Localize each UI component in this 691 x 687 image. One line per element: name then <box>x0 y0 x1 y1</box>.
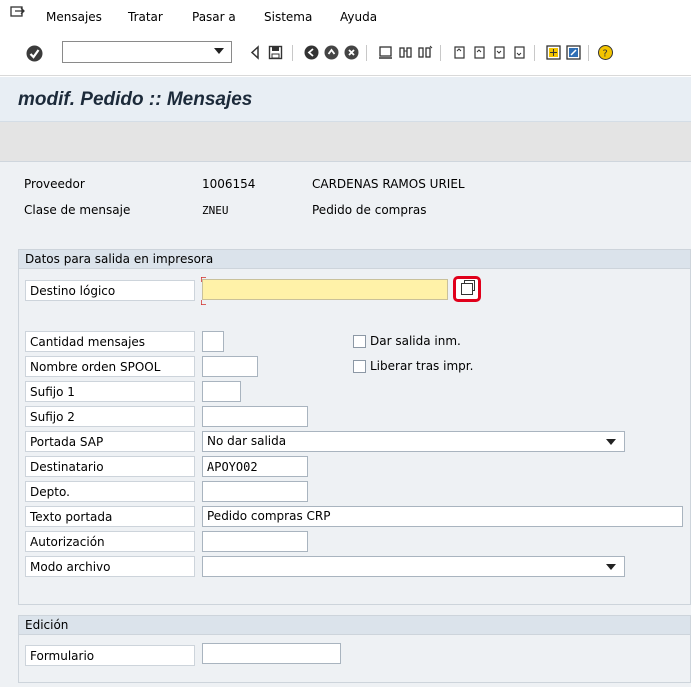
command-field[interactable] <box>62 41 232 63</box>
form-label: Formulario <box>25 645 195 666</box>
release-after-print-label: Liberar tras impr. <box>370 359 474 373</box>
cover-page-text-input[interactable]: Pedido compras CRP <box>202 506 683 527</box>
printer-output-group: Datos para salida en impresora Destino l… <box>18 249 691 605</box>
authorization-input[interactable] <box>202 531 308 552</box>
next-page-icon[interactable] <box>492 45 507 60</box>
value-help-button[interactable] <box>453 276 481 302</box>
department-label: Depto. <box>25 481 195 502</box>
title-bar: modif. Pedido :: Mensajes <box>0 77 691 122</box>
chevron-down-icon[interactable] <box>606 564 616 570</box>
go-back-icon[interactable] <box>304 45 319 60</box>
authorization-label: Autorización <box>25 531 195 552</box>
svg-text:?: ? <box>603 49 608 60</box>
sap-cover-page-label: Portada SAP <box>25 431 195 452</box>
message-type-code: ZNEU <box>202 204 229 217</box>
recipient-input[interactable]: APOYO02 <box>202 456 308 477</box>
back-icon[interactable] <box>248 45 263 60</box>
archiving-mode-select[interactable] <box>202 556 625 577</box>
message-type-label: Clase de mensaje <box>24 203 131 217</box>
sap-cover-page-select[interactable]: No dar salida <box>202 431 625 452</box>
suffix-1-input[interactable] <box>202 381 241 402</box>
suffix-2-label: Sufijo 2 <box>25 406 195 427</box>
system-menu-icon[interactable] <box>10 6 26 20</box>
toolbar-separator <box>588 45 589 61</box>
form-input[interactable] <box>202 643 341 664</box>
command-field-dropdown-icon[interactable] <box>214 48 224 54</box>
page-title: modif. Pedido :: Mensajes <box>18 89 253 110</box>
message-type-description: Pedido de compras <box>312 203 427 217</box>
toolbar-separator <box>292 45 293 61</box>
shortcut-icon[interactable] <box>566 45 581 60</box>
number-of-messages-label: Cantidad mensajes <box>25 331 195 352</box>
sap-cover-page-value: No dar salida <box>207 434 287 448</box>
required-marker-icon <box>201 300 206 305</box>
recipient-label: Destinatario <box>25 456 195 477</box>
archiving-mode-label: Modo archivo <box>25 556 195 577</box>
logical-destination-input[interactable] <box>202 279 448 300</box>
printer-output-group-header: Datos para salida en impresora <box>19 250 690 269</box>
toolbar-separator <box>366 45 367 61</box>
exit-icon[interactable] <box>324 45 339 60</box>
vendor-label: Proveedor <box>24 177 85 191</box>
find-next-icon[interactable] <box>418 45 433 60</box>
menu-tratar[interactable]: Tratar <box>128 10 163 24</box>
cancel-icon[interactable] <box>344 45 359 60</box>
value-help-icon-front <box>461 283 473 295</box>
cover-page-text-label: Texto portada <box>25 506 195 527</box>
release-after-print-checkbox[interactable] <box>353 360 366 373</box>
save-icon[interactable] <box>268 45 283 60</box>
menu-bar: Mensajes Tratar Pasar a Sistema Ayuda <box>0 0 691 34</box>
application-toolbar <box>0 122 691 162</box>
menu-pasar-a[interactable]: Pasar a <box>192 10 236 24</box>
first-page-icon[interactable] <box>452 45 467 60</box>
edition-group: Edición Formulario <box>18 615 691 683</box>
last-page-icon[interactable] <box>512 45 527 60</box>
menu-sistema[interactable]: Sistema <box>264 10 312 24</box>
department-input[interactable] <box>202 481 308 502</box>
spool-request-name-label: Nombre orden SPOOL <box>25 356 195 377</box>
help-icon[interactable]: ? <box>598 45 613 60</box>
menu-mensajes[interactable]: Mensajes <box>46 10 102 24</box>
toolbar-separator <box>534 45 535 61</box>
vendor-number: 1006154 <box>202 177 256 191</box>
print-immediately-checkbox[interactable] <box>353 335 366 348</box>
spool-request-name-input[interactable] <box>202 356 258 377</box>
content-area: Proveedor 1006154 CARDENAS RAMOS URIEL C… <box>0 162 691 687</box>
suffix-1-label: Sufijo 1 <box>25 381 195 402</box>
find-icon[interactable] <box>398 45 413 60</box>
standard-toolbar: ? <box>0 34 691 76</box>
menu-ayuda[interactable]: Ayuda <box>340 10 377 24</box>
print-icon[interactable] <box>378 45 393 60</box>
enter-icon[interactable] <box>26 45 43 62</box>
edition-group-header: Edición <box>19 616 690 635</box>
print-immediately-label: Dar salida inm. <box>370 334 461 348</box>
previous-page-icon[interactable] <box>472 45 487 60</box>
number-of-messages-input[interactable] <box>202 331 224 352</box>
edition-group-title: Edición <box>25 618 69 632</box>
vendor-name: CARDENAS RAMOS URIEL <box>312 177 465 191</box>
toolbar-separator <box>440 45 441 61</box>
suffix-2-input[interactable] <box>202 406 308 427</box>
logical-destination-label: Destino lógico <box>25 280 195 301</box>
create-session-icon[interactable] <box>546 45 561 60</box>
printer-output-group-title: Datos para salida en impresora <box>25 252 214 266</box>
chevron-down-icon[interactable] <box>606 439 616 445</box>
